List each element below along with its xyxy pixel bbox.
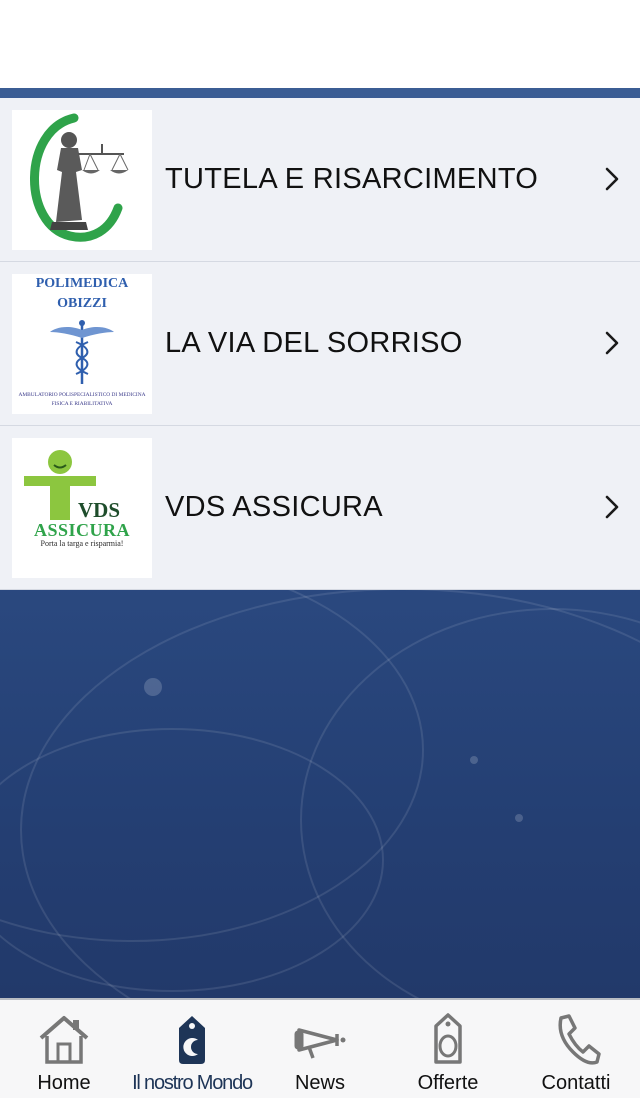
tab-label: News [294,1072,345,1094]
label-icon [434,1013,462,1064]
logo-title: POLIMEDICA [35,276,129,291]
tab-label: Contatti [541,1072,611,1094]
chevron-right-icon [605,331,619,355]
tab-news[interactable]: News [256,1000,384,1098]
tab-home[interactable]: Home [0,1000,128,1098]
status-area [0,0,640,88]
logo-caption: AMBULATORIO POLISPECIALISTICO DI MEDICIN… [18,392,146,398]
chevron-right-icon [605,167,619,191]
tab-label: Il nostro Mondo [132,1072,253,1094]
tab-label: Offerte [417,1072,479,1094]
tab-label: Home [37,1072,91,1094]
logo-subtitle: ASSICURA [33,520,131,540]
vds-logo: VDS ASSICURA Porta la targa e risparmia! [12,438,152,578]
list-item-sorriso[interactable]: POLIMEDICA OBIZZI AMBULATORIO POLISPECIA… [0,262,640,426]
tab-bar: Home Il nostro Mondo News Offerte Contat… [0,998,640,1098]
chevron-right-icon [605,495,619,519]
phone-icon [558,1014,601,1065]
list-item-tutela[interactable]: TUTELA E RISARCIMENTO [0,98,640,262]
tab-contatti[interactable]: Contatti [512,1000,640,1098]
caduceus-logo: POLIMEDICA OBIZZI AMBULATORIO POLISPECIA… [12,274,152,414]
megaphone-icon [294,1028,346,1059]
logo-caption: FISICA E RIABILITATIVA [51,401,113,407]
list-item-label: VDS ASSICURA [165,491,383,523]
justice-logo [12,110,152,250]
list-item-vds[interactable]: VDS ASSICURA Porta la targa e risparmia!… [0,426,640,590]
list-item-label: LA VIA DEL SORRISO [165,327,463,359]
tab-il-nostro-mondo[interactable]: Il nostro Mondo [128,1000,256,1098]
home-icon [39,1016,89,1064]
tab-offerte[interactable]: Offerte [384,1000,512,1098]
menu-list: TUTELA E RISARCIMENTO POLIMEDICA OBIZZI … [0,98,640,590]
tag-icon [179,1016,205,1064]
logo-subtitle: OBIZZI [57,296,107,311]
logo-caption: Porta la targa e risparmia! [40,539,124,548]
list-item-label: TUTELA E RISARCIMENTO [165,163,539,195]
